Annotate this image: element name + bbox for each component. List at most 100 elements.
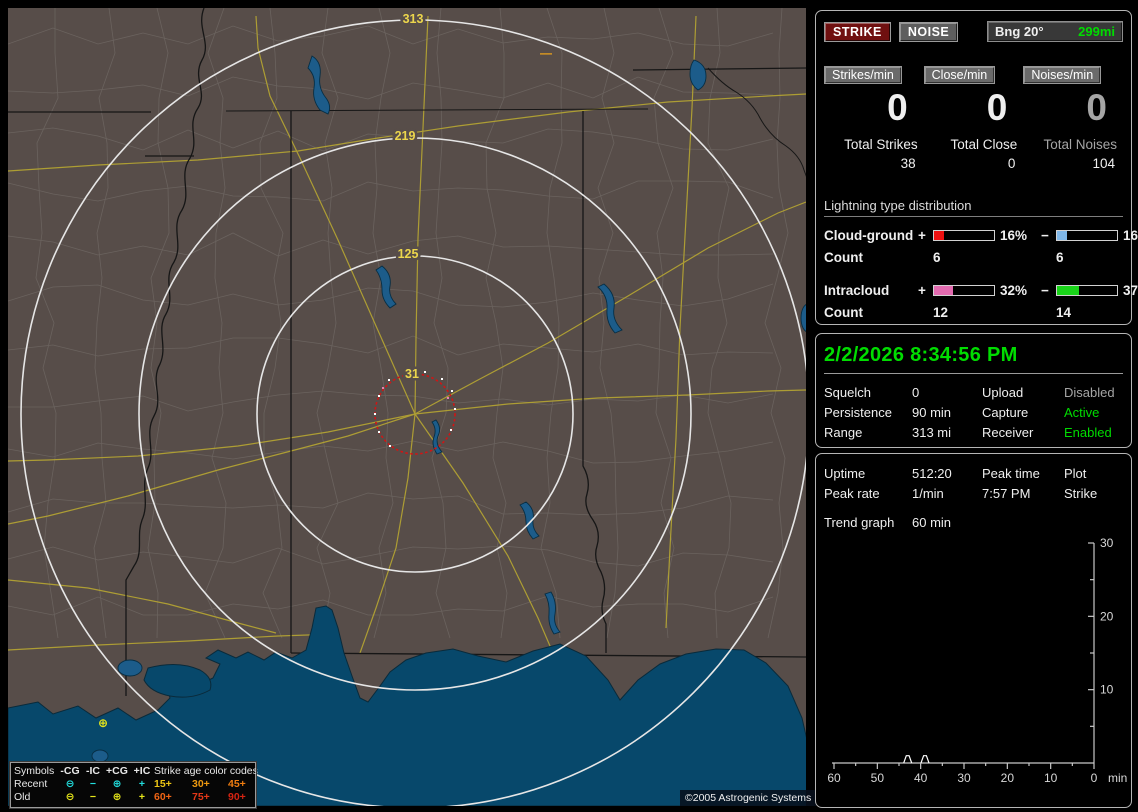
persistence-label: Persistence: [824, 405, 892, 420]
receiver-label: Receiver: [982, 425, 1034, 440]
capture-label: Capture: [982, 405, 1029, 420]
noise-button[interactable]: NOISE: [898, 21, 959, 42]
map-svg: 313 219 125 31 ⊕ —: [8, 8, 806, 806]
bearing-label: Bng 20°: [995, 24, 1044, 39]
squelch-label: Squelch: [824, 385, 871, 400]
noises-per-min-button[interactable]: Noises/min: [1023, 66, 1102, 84]
age-75: 75+: [192, 791, 210, 803]
map-symbol-legend: Symbols -CG -IC +CG +IC Strike age color…: [9, 761, 258, 809]
uptime-label: Uptime: [824, 466, 866, 481]
total-strikes-value: 38: [900, 156, 916, 171]
total-noises-value: 104: [1092, 156, 1115, 171]
minus-sign: −: [1041, 283, 1049, 298]
strikes-per-min-button[interactable]: Strikes/min: [824, 66, 902, 84]
ring-label-125: 125: [398, 247, 419, 261]
age-45: 45+: [228, 778, 246, 790]
trend-graph-label: Trend graph: [824, 515, 895, 530]
lightning-distribution: Lightning type distribution Cloud-ground…: [824, 198, 1138, 320]
bearing-range: 299mi: [1078, 24, 1115, 39]
ic-negative-bar: [1056, 285, 1118, 296]
legend-col-pcg: +CG: [106, 765, 128, 777]
svg-text:0: 0: [1091, 771, 1098, 785]
ic-positive-bar: [933, 285, 995, 296]
copyright-text: ©2005 Astrogenic Systems: [680, 790, 817, 806]
age-60: 60+: [154, 791, 172, 803]
legend-row-old-label: Old: [14, 791, 31, 803]
svg-text:40: 40: [914, 771, 928, 785]
svg-text:min: min: [1108, 771, 1127, 785]
svg-text:30: 30: [957, 771, 971, 785]
age-30: 30+: [192, 778, 210, 790]
peak-time-value: 7:57 PM: [982, 486, 1031, 501]
app-window: 313 219 125 31 ⊕ — Symbols -CG -IC +CG +I…: [0, 0, 1138, 812]
upload-status: Disabled: [1064, 385, 1115, 400]
plot-label: Plot: [1064, 466, 1087, 481]
cg-negative-count: 6: [1056, 250, 1064, 265]
svg-text:20: 20: [1001, 771, 1015, 785]
distribution-title: Lightning type distribution: [824, 198, 1123, 217]
peak-rate-value: 1/min: [912, 486, 944, 501]
recent-nic-icon: −: [89, 778, 97, 790]
status-box: 2/2/2026 8:34:56 PM Squelch 0 Upload Dis…: [815, 333, 1132, 448]
legend-col-ncg: -CG: [60, 765, 80, 777]
legend-row-recent-label: Recent: [14, 778, 48, 790]
trend-axis-labels: 30 20 10 60 50 40 30 20 10 0 min: [827, 536, 1127, 785]
old-ncg-icon: ⊖: [65, 791, 75, 803]
cg-negative-pct: 16%: [1123, 228, 1138, 243]
peak-rate-label: Peak rate: [824, 486, 880, 501]
svg-text:50: 50: [871, 771, 885, 785]
range-label: Range: [824, 425, 863, 440]
age-90: 90+: [228, 791, 246, 803]
persistence-value: 90 min: [912, 405, 952, 420]
old-pic-icon: +: [138, 791, 146, 803]
recent-pic-icon: +: [138, 778, 146, 790]
datetime-display: 2/2/2026 8:34:56 PM: [824, 344, 1123, 374]
noises-column: Noises/min 0 Total Noises 104: [1023, 66, 1123, 171]
peak-time-label: Peak time: [982, 466, 1040, 481]
trend-graph-window: 60 min: [912, 515, 952, 530]
close-per-min-button[interactable]: Close/min: [923, 66, 996, 84]
map-canvas[interactable]: 313 219 125 31 ⊕ — Symbols -CG -IC +CG +I…: [8, 8, 817, 809]
cg-positive-bar: [933, 230, 995, 241]
receiver-status: Enabled: [1064, 425, 1112, 440]
trend-chart: 30 20 10 60 50 40 30 20 10 0 min: [824, 536, 1127, 792]
total-strikes-label: Total Strikes: [844, 137, 918, 152]
count-label: Count: [824, 250, 863, 265]
old-nic-icon: −: [89, 791, 97, 803]
strikes-column: Strikes/min 0 Total Strikes 38: [824, 66, 924, 171]
ring-label-219: 219: [395, 129, 416, 143]
close-per-min-value: 0: [986, 87, 1008, 128]
noises-per-min-value: 0: [1086, 87, 1107, 128]
intracloud-label: Intracloud: [824, 283, 890, 298]
strike-marker: ⊕: [98, 716, 108, 730]
trend-series-line: [903, 755, 930, 764]
legend-age-title: Strike age color codes: [154, 765, 258, 777]
legend-col-pic: +IC: [133, 765, 151, 777]
svg-text:20: 20: [1100, 609, 1114, 623]
plus-sign: +: [918, 283, 926, 298]
ic-negative-pct: 37%: [1123, 283, 1138, 298]
side-panel: STRIKE NOISE Bng 20° 299mi Strikes/min 0…: [815, 10, 1138, 808]
counters-box: STRIKE NOISE Bng 20° 299mi Strikes/min 0…: [815, 10, 1138, 325]
cg-positive-pct: 16%: [1000, 228, 1028, 243]
svg-text:60: 60: [827, 771, 841, 785]
range-value: 313 mi: [912, 425, 952, 440]
squelch-value: 0: [912, 385, 920, 400]
ic-positive-pct: 32%: [1000, 283, 1028, 298]
total-noises-label: Total Noises: [1043, 137, 1117, 152]
cloud-ground-label: Cloud-ground: [824, 228, 914, 243]
trend-box: Uptime 512:20 Peak time Plot Peak rate 1…: [815, 453, 1132, 808]
ring-label-313: 313: [403, 12, 424, 26]
strike-marker: —: [540, 46, 552, 60]
ic-positive-count: 12: [933, 305, 949, 320]
bearing-display: Bng 20° 299mi: [987, 21, 1123, 42]
svg-text:10: 10: [1100, 683, 1114, 697]
recent-ncg-icon: ⊖: [65, 778, 75, 790]
svg-text:10: 10: [1044, 771, 1058, 785]
legend-title: Symbols: [14, 765, 55, 777]
plus-sign: +: [918, 228, 926, 243]
count-label: Count: [824, 305, 863, 320]
trend-axes: [832, 542, 1095, 769]
strike-button[interactable]: STRIKE: [824, 21, 891, 42]
legend-col-nic: -IC: [86, 765, 100, 777]
